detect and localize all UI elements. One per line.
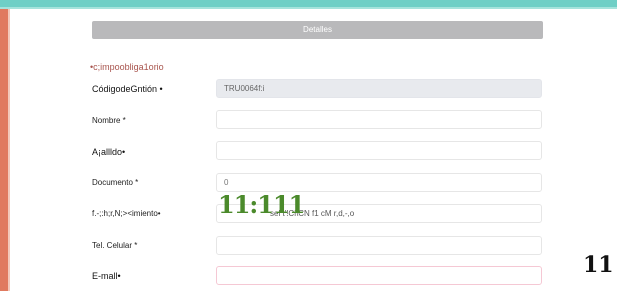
- label-fecha-nacimiento: f.-;:h;r,N;><imiento•: [92, 209, 161, 218]
- email-field[interactable]: [216, 266, 542, 285]
- label-apellido: A¡allldo•: [92, 147, 126, 157]
- label-nombre: Nombre *: [92, 116, 126, 125]
- label-documento: Documento *: [92, 178, 139, 187]
- apellido-field[interactable]: [216, 141, 542, 160]
- overlay-green-text: 11:111: [218, 190, 305, 219]
- left-accent-stripe: [0, 9, 8, 291]
- page-number: 11: [583, 252, 614, 278]
- label-email: E-mall•: [92, 271, 121, 281]
- nombre-field[interactable]: [216, 110, 542, 129]
- required-fields-note: •c;impoobliga1orio: [90, 62, 164, 72]
- codigo-gestion-field: TRU0064f:i: [216, 79, 542, 98]
- section-header: Detalles: [92, 21, 543, 39]
- label-tel-celular: Tel. Celular *: [92, 241, 138, 250]
- top-accent-bar: [0, 0, 617, 9]
- left-accent-stripe-inner: [8, 9, 10, 291]
- tel-celular-field[interactable]: [216, 236, 542, 255]
- label-codigo-gestion: CódigodeGntión •: [92, 84, 163, 94]
